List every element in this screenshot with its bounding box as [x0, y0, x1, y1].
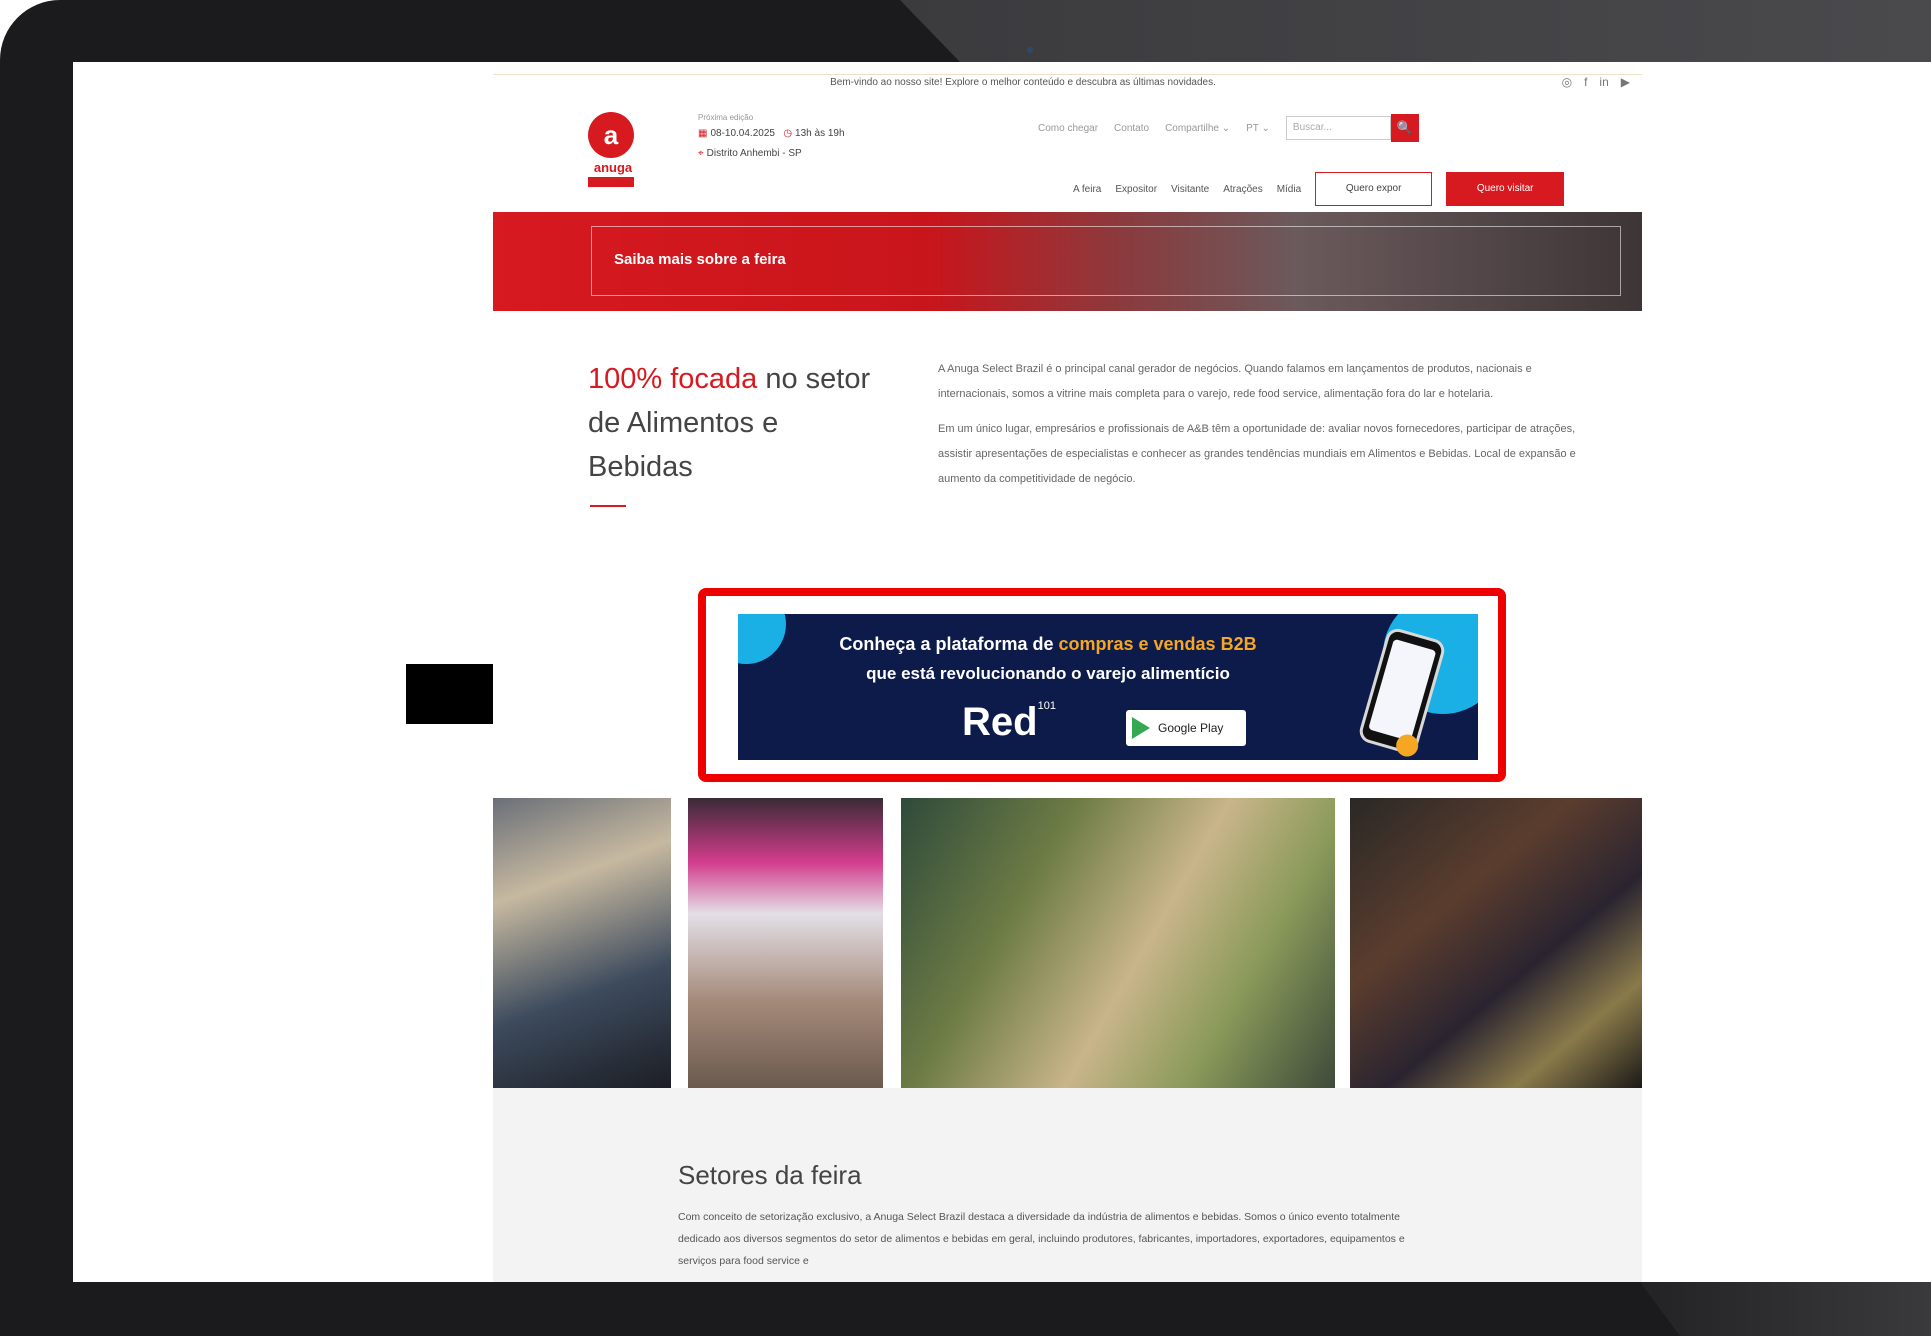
intro-paragraph: A Anuga Select Brazil é o principal cana… [938, 363, 1532, 400]
bezel-bottom-glare [1640, 1282, 1931, 1336]
store-badge-label: Google Play [1158, 721, 1224, 735]
google-play-badge[interactable]: Google Play [1126, 710, 1246, 746]
web-page: Bem-vindo ao nosso site! Explore o melho… [493, 62, 1642, 1282]
site-header: a anuga Próxima edição ▦ 08-10.04.2025 ◷ 1… [493, 92, 1642, 212]
clock-icon: ◷ [783, 128, 793, 139]
bezel-glare [900, 0, 1931, 62]
event-info: Próxima edição ▦ 08-10.04.2025 ◷ 13h às 19… [698, 112, 845, 164]
camera-icon [1027, 47, 1033, 53]
hero-cta-box[interactable]: Saiba mais sobre a feira [591, 226, 1621, 296]
brand-name: Red [962, 700, 1038, 744]
nav-item-expositor[interactable]: Expositor [1115, 184, 1157, 195]
utility-links: Como chegar Contato Compartilhe ⌄ PT ⌄ B… [1038, 114, 1419, 142]
event-caption: Próxima edição [698, 113, 754, 122]
brand-sup: 101 [1037, 700, 1056, 712]
top-bar: Bem-vindo ao nosso site! Explore o melho… [493, 74, 1642, 92]
laptop-device: Bem-vindo ao nosso site! Explore o melho… [0, 0, 1931, 1336]
banner-headline-prefix: Conheça a plataforma de [839, 634, 1059, 654]
location-pin-icon: ⌖ [698, 148, 704, 159]
hero-banner: Saiba mais sobre a feira [493, 212, 1642, 311]
anuga-logo[interactable]: a anuga [588, 112, 638, 192]
gallery-photo [901, 798, 1335, 1088]
logo-name: anuga [593, 160, 633, 175]
intro-title-accent: 100% focada [588, 363, 758, 395]
linkedin-icon[interactable]: in [1599, 75, 1608, 89]
util-link-share[interactable]: Compartilhe ⌄ [1165, 123, 1230, 134]
gallery-photo [688, 798, 883, 1088]
event-dates: 08-10.04.2025 [710, 128, 775, 139]
visit-button[interactable]: Quero visitar [1446, 172, 1565, 206]
instagram-icon[interactable]: ◎ [1562, 75, 1572, 89]
welcome-message: Bem-vindo ao nosso site! Explore o melho… [830, 77, 1216, 88]
photo-gallery [493, 798, 1642, 1088]
banner-headline-highlight: compras e vendas B2B [1058, 634, 1257, 654]
facebook-icon[interactable]: f [1584, 75, 1587, 89]
nav-item-midia[interactable]: Mídia [1277, 184, 1301, 195]
nav-item-visitante[interactable]: Visitante [1171, 184, 1209, 195]
intro-title: 100% focada no setor de Alimentos e Bebi… [588, 357, 878, 489]
phone-screen [1368, 638, 1437, 742]
util-link-directions[interactable]: Como chegar [1038, 123, 1098, 134]
util-link-contact[interactable]: Contato [1114, 123, 1149, 134]
laptop-screen: Bem-vindo ao nosso site! Explore o melho… [73, 62, 1931, 1282]
banner-subheadline: que está revolucionando o varejo aliment… [866, 664, 1230, 683]
gallery-photo [493, 798, 671, 1088]
calendar-icon: ▦ [698, 128, 708, 139]
sectors-title: Setores da feira [678, 1160, 862, 1190]
hero-cta-label: Saiba mais sobre a feira [614, 251, 786, 268]
event-location: Distrito Anhembi - SP [706, 148, 802, 159]
intro-paragraph: Em um único lugar, empresários e profiss… [938, 423, 1576, 485]
exhibit-button[interactable]: Quero expor [1315, 172, 1433, 206]
nav-item-a-feira[interactable]: A feira [1073, 184, 1101, 195]
intro-body: A Anuga Select Brazil é o principal cana… [938, 357, 1598, 492]
intro-divider [590, 505, 626, 507]
sectors-body: Com conceito de setorização exclusivo, a… [678, 1211, 1405, 1267]
nav-item-atracoes[interactable]: Atrações [1223, 184, 1262, 195]
red101-logo: Red101 [962, 700, 1056, 745]
sectors-section: Setores da feira Com conceito de setoriz… [493, 1088, 1642, 1282]
google-play-icon [1132, 717, 1150, 739]
banner-highlight-frame: Conheça a plataforma de compras e vendas… [698, 588, 1506, 782]
logo-tag [588, 177, 634, 187]
banner-headline: Conheça a plataforma de compras e vendas… [738, 634, 1358, 655]
gallery-photo [1350, 798, 1642, 1088]
main-nav: A feira Expositor Visitante Atrações Míd… [1073, 172, 1565, 206]
search-input[interactable]: Buscar... [1285, 116, 1391, 140]
red101-ad-banner[interactable]: Conheça a plataforma de compras e vendas… [738, 614, 1478, 760]
logo-mark: a [588, 112, 634, 158]
event-hours: 13h às 19h [795, 128, 845, 139]
youtube-icon[interactable]: ▶ [1621, 75, 1630, 89]
search-icon[interactable]: 🔍 [1390, 114, 1419, 142]
language-selector[interactable]: PT ⌄ [1246, 123, 1270, 134]
social-links: ◎ f in ▶ [1562, 75, 1630, 89]
